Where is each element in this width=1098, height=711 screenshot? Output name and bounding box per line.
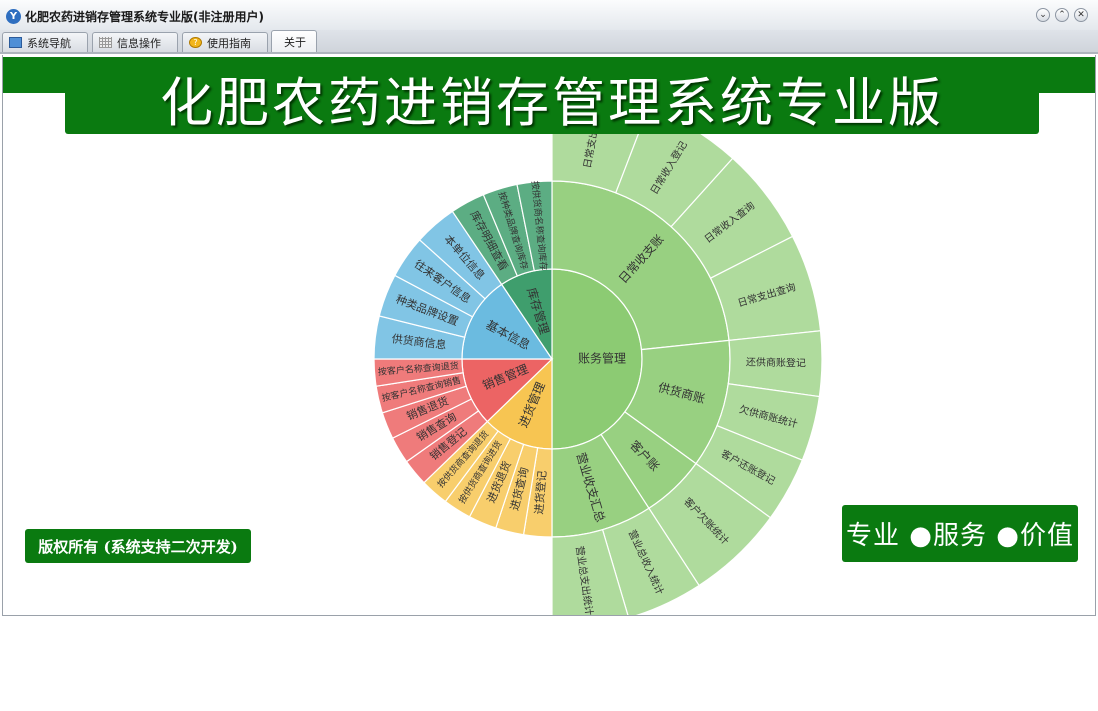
maximize-icon[interactable]: ⌃	[1055, 8, 1069, 22]
tab-bar: 系统导航 信息操作 ? 使用指南 关于	[0, 30, 1098, 54]
coin-icon: ?	[189, 37, 202, 48]
sunburst-sector-label: 账务管理	[578, 351, 626, 366]
window-title: 化肥农药进销存管理系统专业版(非注册用户)	[25, 10, 264, 24]
copyright-label: 版权所有 (系统支持二次开发)	[25, 529, 251, 563]
title-bar: Y 化肥农药进销存管理系统专业版(非注册用户) ⌄ ⌃ ✕	[0, 0, 1098, 31]
tab-info-ops[interactable]: 信息操作	[92, 32, 178, 52]
slogan-label: 专业 ●服务 ●价值	[842, 505, 1078, 562]
monitor-icon	[9, 37, 22, 48]
product-banner: 化肥农药进销存管理系统专业版	[65, 63, 1039, 134]
tab-about[interactable]: 关于	[271, 30, 317, 52]
tab-label: 信息操作	[117, 36, 161, 50]
app-logo-icon: Y	[6, 9, 21, 24]
grid-icon	[99, 37, 112, 48]
about-panel: 账务管理 日常收支账 日常支出登记 日常收入登记 日常收入查询 日常支出查询 供货商账 还供商…	[2, 55, 1096, 616]
tab-label: 使用指南	[207, 36, 251, 50]
tab-system-nav[interactable]: 系统导航	[2, 32, 88, 52]
blank-area	[0, 616, 1098, 711]
minimize-icon[interactable]: ⌄	[1036, 8, 1050, 22]
tab-label: 关于	[284, 35, 306, 49]
close-icon[interactable]: ✕	[1074, 8, 1088, 22]
tab-user-guide[interactable]: ? 使用指南	[182, 32, 268, 52]
sunburst-leaf-label: 还供商账登记	[746, 355, 806, 369]
tab-label: 系统导航	[27, 36, 71, 50]
